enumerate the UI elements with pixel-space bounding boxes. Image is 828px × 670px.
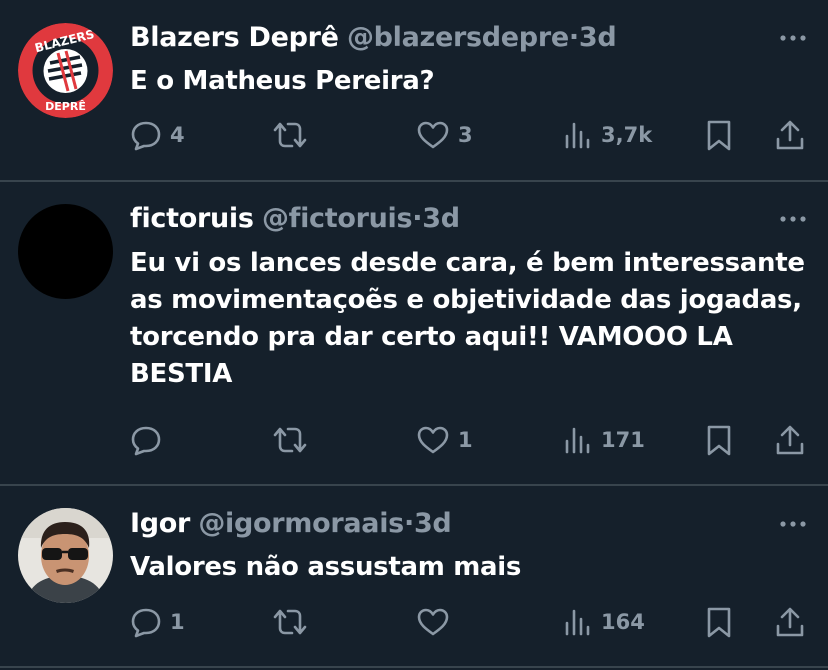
tweet-header: Igor @igormoraais·3d xyxy=(130,506,452,542)
tweet-text: Valores não assustam mais xyxy=(130,552,522,582)
view-count: 171 xyxy=(601,428,645,452)
reply-icon xyxy=(130,424,162,456)
tweet[interactable]: Igor @igormoraais·3d Valores não assusta… xyxy=(0,486,828,666)
action-bar: 4 3 3,7k xyxy=(0,115,828,155)
share-button[interactable] xyxy=(774,602,806,642)
retweet-button[interactable] xyxy=(272,420,316,460)
separator-dot: · xyxy=(568,22,579,53)
timestamp[interactable]: 3d xyxy=(414,508,452,539)
bookmark-button[interactable] xyxy=(705,420,733,460)
reply-count: 4 xyxy=(170,123,185,147)
blazers-depre-logo: BLAZERS DEPRÊ xyxy=(18,23,113,118)
reply-button[interactable] xyxy=(130,420,170,460)
bookmark-button[interactable] xyxy=(705,115,733,155)
avatar[interactable] xyxy=(18,508,113,603)
separator-dot: · xyxy=(412,203,423,234)
user-handle[interactable]: @fictoruis xyxy=(262,203,413,234)
avatar[interactable] xyxy=(18,204,113,299)
more-icon[interactable] xyxy=(778,209,808,229)
views-button[interactable]: 164 xyxy=(563,602,645,642)
views-icon xyxy=(563,424,593,456)
display-name[interactable]: Blazers Deprê xyxy=(130,22,339,53)
retweet-icon xyxy=(272,424,308,456)
tweet[interactable]: BLAZERS DEPRÊ Blazers Deprê @blazersdepr… xyxy=(0,0,828,180)
reply-button[interactable]: 1 xyxy=(130,602,185,642)
share-icon xyxy=(774,119,806,151)
tweet[interactable]: fictoruis @fictoruis·3d Eu vi os lances … xyxy=(0,182,828,484)
reply-button[interactable]: 4 xyxy=(130,115,185,155)
views-icon xyxy=(563,119,593,151)
like-icon xyxy=(416,119,450,151)
like-button[interactable]: 3 xyxy=(416,115,473,155)
more-icon[interactable] xyxy=(778,514,808,534)
views-icon xyxy=(563,606,593,638)
retweet-icon xyxy=(272,119,308,151)
bookmark-icon xyxy=(705,606,733,638)
logo-bottom-text: DEPRÊ xyxy=(45,100,86,113)
view-count: 3,7k xyxy=(601,123,653,147)
tweet-divider xyxy=(0,666,828,668)
tweet-header: Blazers Deprê @blazersdepre·3d xyxy=(130,20,617,56)
retweet-icon xyxy=(272,606,308,638)
retweet-button[interactable] xyxy=(272,115,316,155)
tweet-feed: BLAZERS DEPRÊ Blazers Deprê @blazersdepr… xyxy=(0,0,828,670)
bookmark-icon xyxy=(705,424,733,456)
reply-icon xyxy=(130,119,162,151)
action-bar: 1 164 xyxy=(0,602,828,642)
like-button[interactable] xyxy=(416,602,458,642)
view-count: 164 xyxy=(601,610,645,634)
share-button[interactable] xyxy=(774,115,806,155)
user-handle[interactable]: @igormoraais xyxy=(198,508,404,539)
tweet-header: fictoruis @fictoruis·3d xyxy=(130,201,460,237)
tweet-text: E o Matheus Pereira? xyxy=(130,66,435,96)
reply-icon xyxy=(130,606,162,638)
avatar[interactable]: BLAZERS DEPRÊ xyxy=(18,23,113,118)
tweet-text: Eu vi os lances desde cara, é bem intere… xyxy=(130,248,805,389)
profile-photo xyxy=(18,508,113,603)
timestamp[interactable]: 3d xyxy=(422,203,460,234)
share-button[interactable] xyxy=(774,420,806,460)
more-icon[interactable] xyxy=(778,28,808,48)
display-name[interactable]: Igor xyxy=(130,508,190,539)
share-icon xyxy=(774,606,806,638)
separator-dot: · xyxy=(403,508,414,539)
reply-count: 1 xyxy=(170,610,185,634)
views-button[interactable]: 3,7k xyxy=(563,115,652,155)
views-button[interactable]: 171 xyxy=(563,420,645,460)
like-count: 3 xyxy=(458,123,473,147)
like-icon xyxy=(416,424,450,456)
share-icon xyxy=(774,424,806,456)
bookmark-icon xyxy=(705,119,733,151)
action-bar: 1 171 xyxy=(0,420,828,460)
retweet-button[interactable] xyxy=(272,602,316,642)
bookmark-button[interactable] xyxy=(705,602,733,642)
user-handle[interactable]: @blazersdepre xyxy=(347,22,569,53)
like-icon xyxy=(416,606,450,638)
timestamp[interactable]: 3d xyxy=(579,22,617,53)
display-name[interactable]: fictoruis xyxy=(130,203,254,234)
like-button[interactable]: 1 xyxy=(416,420,473,460)
like-count: 1 xyxy=(458,428,473,452)
